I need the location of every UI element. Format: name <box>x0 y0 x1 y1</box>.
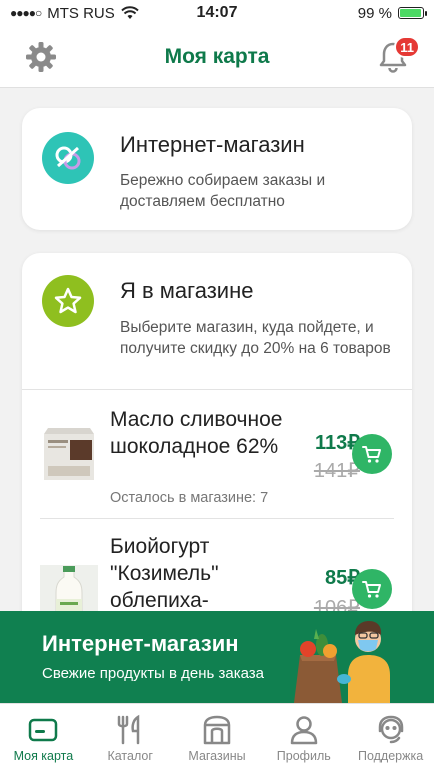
notification-badge: 11 <box>394 36 420 58</box>
tab-label: Моя карта <box>13 749 74 763</box>
banner-subtitle: Свежие продукты в день заказа <box>42 665 265 682</box>
product-row[interactable]: Масло сливочное шоколадное 62% Осталось … <box>22 390 412 518</box>
in-store-title: Я в магазине <box>120 278 254 303</box>
tab-profile[interactable]: Профиль <box>260 704 347 770</box>
tab-label: Профиль <box>276 749 331 763</box>
tab-label: Поддержка <box>357 749 424 763</box>
cart-icon <box>362 446 381 463</box>
in-store-card: Я в магазине Выберите магазин, куда пойд… <box>22 253 412 633</box>
profile-icon <box>290 716 318 745</box>
status-bar: ●●●●○ MTS RUS 14:07 99 % <box>0 0 434 26</box>
card-icon <box>29 718 58 742</box>
in-store-description: Выберите магазин, куда пойдете, и получи… <box>120 319 391 357</box>
tab-label: Каталог <box>107 749 153 763</box>
signal-icon: ●●●●○ <box>10 6 42 20</box>
page-title: Моя карта <box>164 44 270 68</box>
cutlery-icon <box>117 714 140 745</box>
online-store-title: Интернет-магазин <box>120 132 305 157</box>
gear-icon[interactable] <box>24 40 58 74</box>
product-name: Масло сливочное шоколадное 62% <box>110 408 283 458</box>
banner-title: Интернет-магазин <box>42 631 239 656</box>
product-stock: Осталось в магазине: 7 <box>110 490 269 506</box>
add-to-cart-button[interactable] <box>352 434 392 474</box>
add-to-cart-button[interactable] <box>352 569 392 609</box>
courier-illustration <box>294 621 390 703</box>
wifi-icon <box>121 6 139 19</box>
online-store-card[interactable]: Интернет-магазин Бережно собираем заказы… <box>22 108 412 230</box>
star-icon <box>42 275 94 327</box>
battery-percent: 99 % <box>357 4 392 22</box>
tab-support[interactable]: Поддержка <box>347 704 434 770</box>
tab-catalog[interactable]: Каталог <box>87 704 174 770</box>
online-store-icon <box>42 132 94 184</box>
support-icon <box>378 715 403 744</box>
online-store-description: Бережно собираем заказы и доставляем бес… <box>120 172 326 210</box>
carrier-name: MTS RUS <box>47 4 115 22</box>
tab-label: Магазины <box>188 749 246 763</box>
store-icon <box>203 715 231 745</box>
cart-icon <box>362 581 381 598</box>
tab-stores[interactable]: Магазины <box>174 704 261 770</box>
clock: 14:07 <box>196 4 238 21</box>
online-store-banner[interactable]: Интернет-магазин Свежие продукты в день … <box>0 611 434 703</box>
battery-icon <box>398 7 427 19</box>
tab-my-card[interactable]: Моя карта <box>0 704 87 770</box>
app-header: Моя карта 11 <box>0 26 434 88</box>
butter-product-image <box>44 428 94 480</box>
tab-bar: Моя карта Каталог Магазины Профиль Подде… <box>0 703 434 770</box>
product-name: Биойогурт "Козимель" облепиха- <box>110 535 219 612</box>
